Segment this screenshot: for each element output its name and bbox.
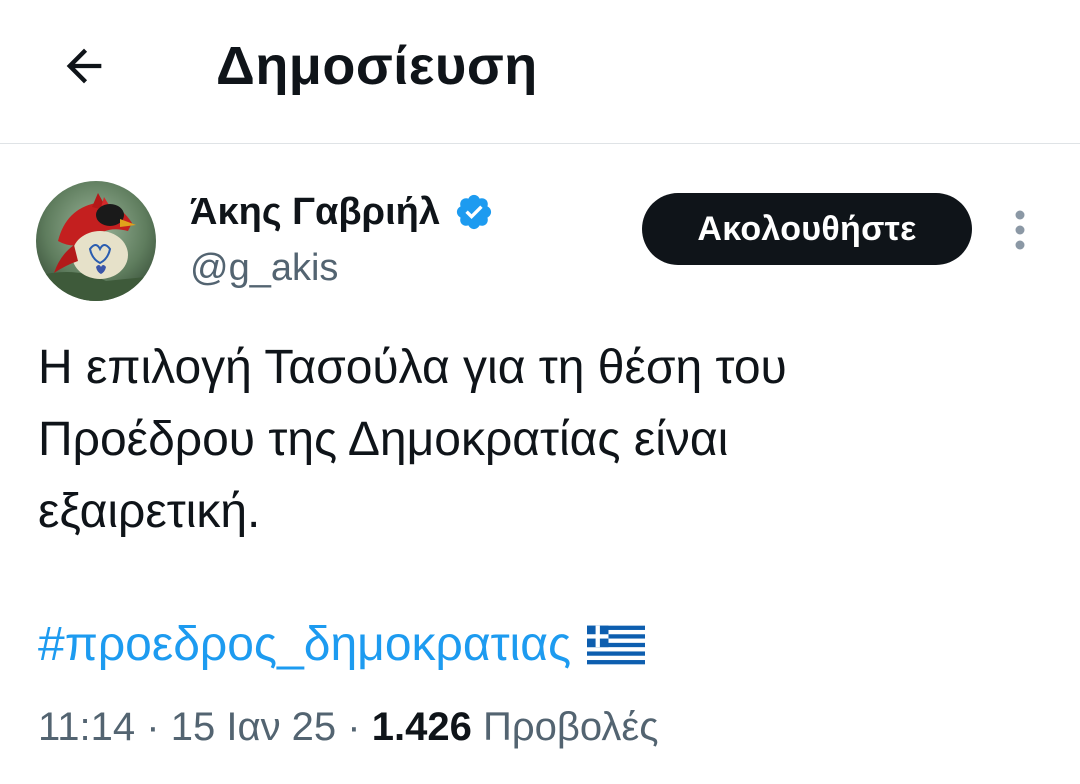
more-options-button[interactable] [1004, 205, 1036, 255]
author-name-row[interactable]: Άκης Γαβριήλ [190, 186, 494, 238]
hashtag-link[interactable]: #προεδρος_δημοκρατιας [38, 610, 571, 680]
more-vertical-icon [1015, 210, 1025, 250]
page-title: Δημοσίευση [216, 36, 538, 96]
views-count: 1.426 [371, 705, 472, 749]
arrow-left-icon [66, 48, 102, 84]
post-time[interactable]: 11:14 [38, 705, 135, 749]
avatar[interactable] [36, 181, 156, 301]
hashtag-row: #προεδρος_δημοκρατιας [38, 610, 646, 680]
post-date[interactable]: 15 Ιαν 25 [171, 705, 336, 749]
views-label: Προβολές [482, 705, 659, 749]
meta-separator: · [347, 705, 361, 749]
post-text: Η επιλογή Τασούλα για τη θέση του Προέδρ… [38, 332, 1048, 548]
verified-badge-icon[interactable] [454, 192, 494, 232]
post-text-line: εξαιρετική. [38, 485, 261, 538]
back-button[interactable] [56, 38, 112, 94]
meta-separator: · [146, 705, 160, 749]
author-handle[interactable]: @g_akis [190, 243, 338, 293]
post-text-line: Προέδρου της Δημοκρατίας είναι [38, 413, 729, 466]
red-bird-avatar-icon [36, 181, 156, 301]
post-text-line: Η επιλογή Τασούλα για τη θέση του [38, 341, 787, 394]
top-bar: Δημοσίευση [0, 0, 1080, 144]
author-name[interactable]: Άκης Γαβριήλ [190, 186, 440, 238]
greek-flag-icon [587, 624, 646, 666]
follow-button[interactable]: Ακολουθήστε [642, 193, 972, 265]
post-meta: 11:14 · 15 Ιαν 25 · 1.426 Προβολές [38, 700, 658, 754]
